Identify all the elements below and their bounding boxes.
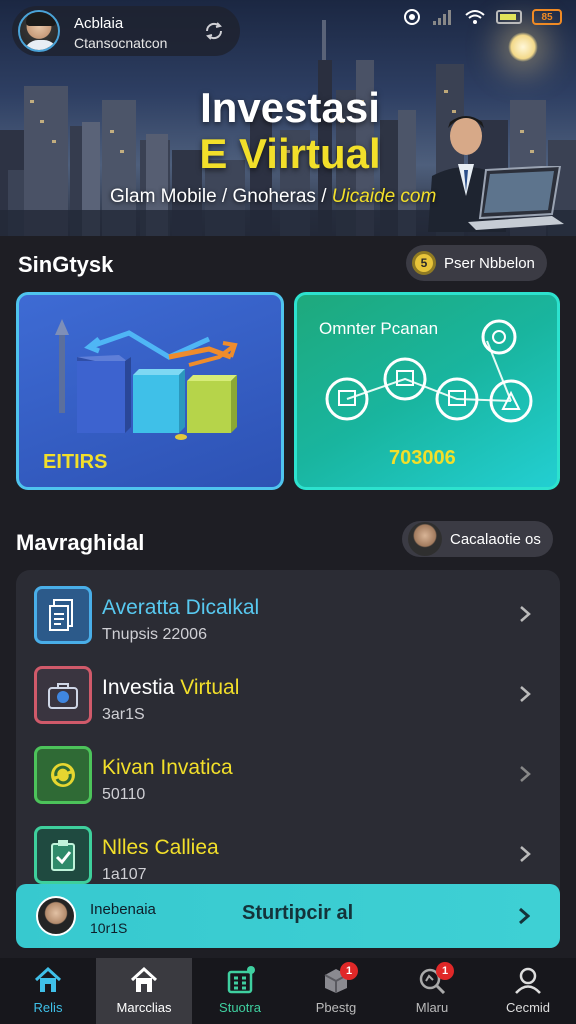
signal-icon <box>433 10 451 25</box>
chevron-right-icon <box>520 686 531 702</box>
avatar[interactable] <box>18 10 60 52</box>
hero-title-line2: E Viirtual <box>199 130 381 177</box>
list-item-title: Investia Virtual <box>102 676 239 700</box>
list-item-title: Nlles Calliea <box>102 836 219 859</box>
nav-label: Relis <box>33 1000 63 1015</box>
user-icon <box>515 967 541 994</box>
list-item-subtitle: 50110 <box>102 786 146 803</box>
list-item-subtitle: 3ar1S <box>102 706 145 723</box>
chevron-right-icon[interactable] <box>518 906 530 926</box>
sync-icon[interactable] <box>200 17 228 45</box>
home-icon <box>34 966 62 992</box>
nav-label: Marcclias <box>116 1000 172 1015</box>
start-promo-bar[interactable]: Inebenaia 10r1S Sturtipcir al <box>16 884 560 948</box>
coin-pill-button[interactable]: 5 Pser Nbbelon <box>406 245 547 281</box>
list-item[interactable]: Averatta Dicalkal Tnupsis 22006 <box>16 578 560 654</box>
list-item-subtitle: 1a107 <box>102 866 147 883</box>
promo-subtitle: 10r1S <box>90 920 128 936</box>
calculator-pill-label: Cacalaotie os <box>450 530 541 548</box>
battery-badge-icon: 85 <box>532 9 562 25</box>
avatar <box>408 522 442 556</box>
section-title-mavraghidal: Mavraghidal <box>16 530 145 555</box>
list-item[interactable]: Nlles Calliea 1a107 <box>16 818 560 894</box>
nav-label: Pbestg <box>315 1000 357 1015</box>
nav-item-mlaru[interactable]: 1 Mlaru <box>384 958 480 1024</box>
wifi-icon <box>465 10 485 24</box>
nav-label: Cecmid <box>505 1000 551 1015</box>
camera-icon <box>404 9 420 25</box>
briefcase-icon <box>34 666 92 724</box>
battery-icon <box>496 10 522 24</box>
status-bar: 85 <box>402 8 562 26</box>
section-title-singtysk: SinGtysk <box>18 252 114 277</box>
list-item-title: Averatta Dicalkal <box>102 596 260 619</box>
checklist-icon <box>34 826 92 884</box>
promo-name: Inebenaia <box>90 901 156 918</box>
nav-item-cecmid[interactable]: Cecmid <box>480 958 576 1024</box>
nav-item-stuotra[interactable]: Stuotra <box>192 958 288 1024</box>
hero-title-line1: Investasi <box>200 84 380 131</box>
list-item-subtitle: Tnupsis 22006 <box>102 626 207 643</box>
network-card[interactable]: Omnter Pcanan 703006 <box>294 292 560 490</box>
bottom-nav: Relis Marcclias Stuotra 1 Pbestg 1 Mlaru… <box>0 958 576 1024</box>
chart-card[interactable]: EITIRS <box>16 292 284 490</box>
coin-pill-label: Pser Nbbelon <box>444 254 535 272</box>
profile-name: Acblaia <box>74 15 124 32</box>
hero-subtitle-highlight: Uicaide com <box>331 186 437 207</box>
list-item[interactable]: Investia Virtual 3ar1S <box>16 658 560 734</box>
nav-item-pbestg[interactable]: 1 Pbestg <box>288 958 384 1024</box>
chart-card-label: EITIRS <box>43 451 108 473</box>
calculator-pill-button[interactable]: Cacalaotie os <box>402 521 553 557</box>
grid-icon <box>227 966 255 994</box>
list-item-title-main: Investia <box>102 676 175 699</box>
coin-icon: 5 <box>412 251 436 275</box>
refresh-icon <box>34 746 92 804</box>
document-icon <box>34 586 92 644</box>
network-card-value: 703006 <box>389 447 456 469</box>
hero-subtitle-main: Glam Mobile / Gnoheras / <box>110 186 327 207</box>
nav-label: Mlaru <box>415 1000 449 1015</box>
nav-item-relis[interactable]: Relis <box>0 958 96 1024</box>
chevron-right-icon <box>520 766 531 782</box>
chevron-right-icon <box>520 846 531 862</box>
nav-label: Stuotra <box>219 1000 261 1015</box>
notification-badge: 1 <box>436 962 454 980</box>
profile-subtitle: Ctansocnatcon <box>74 35 168 51</box>
profile-pill[interactable]: Acblaia Ctansocnatcon <box>12 6 240 56</box>
list-item-title-highlight: Virtual <box>180 676 240 699</box>
list-item-title: Kivan Invatica <box>102 756 233 779</box>
nav-item-marcclias[interactable]: Marcclias <box>96 958 192 1024</box>
house-icon <box>130 966 158 992</box>
chevron-right-icon <box>520 606 531 622</box>
list-item[interactable]: Kivan Invatica 50110 <box>16 738 560 814</box>
avatar <box>36 896 76 936</box>
hero-subtitle: Glam Mobile / Gnoheras / Uicaide com <box>110 186 436 208</box>
start-button[interactable]: Sturtipcir al <box>242 902 353 925</box>
notification-badge: 1 <box>340 962 358 980</box>
